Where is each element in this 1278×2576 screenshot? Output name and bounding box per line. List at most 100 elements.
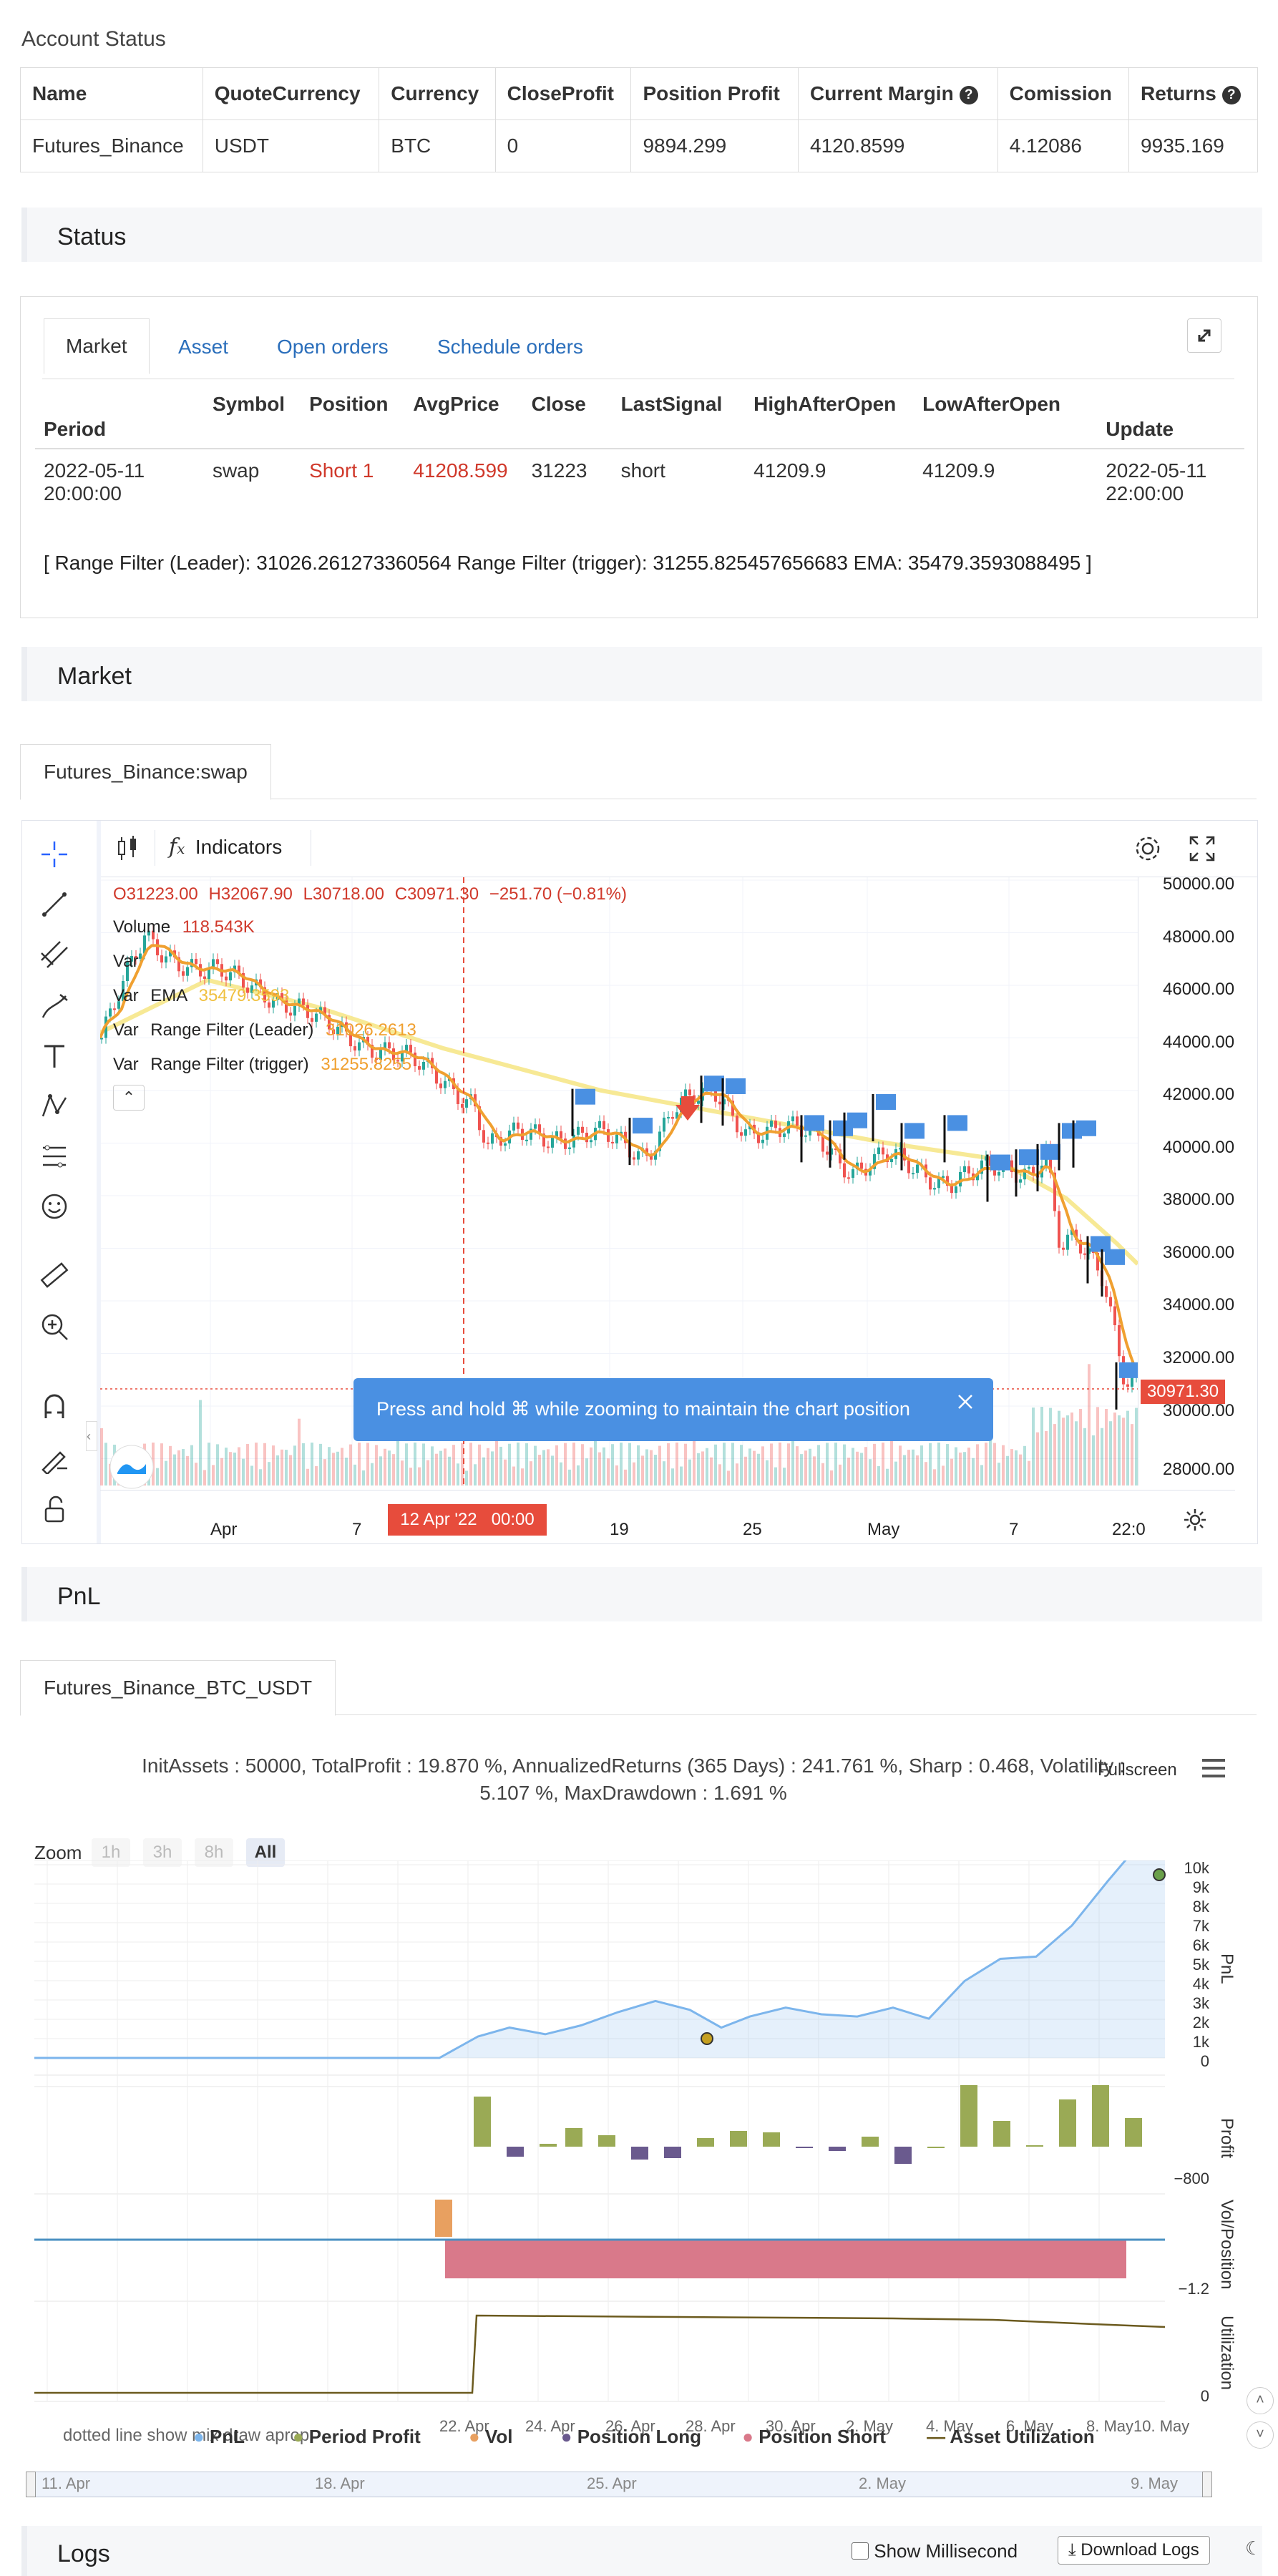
- candle-body: [967, 1166, 970, 1174]
- lock-drawing-icon[interactable]: [39, 1443, 70, 1474]
- volume-bar: [448, 1456, 451, 1485]
- legend-asset-utilization[interactable]: — Asset Utilization: [927, 2426, 1095, 2447]
- expand-button[interactable]: [1187, 318, 1221, 353]
- show-millisecond-checkbox[interactable]: Show Millisecond: [852, 2540, 1018, 2562]
- volume-bar: [409, 1468, 412, 1485]
- profit-bar: [697, 2138, 714, 2147]
- volume-bar: [701, 1451, 704, 1485]
- util-tick: 0: [1200, 2387, 1209, 2405]
- pattern-tool-icon[interactable]: [39, 1091, 70, 1122]
- volume-bar: [341, 1448, 343, 1485]
- candle-body: [439, 1083, 442, 1088]
- time-tick: 19: [610, 1520, 629, 1539]
- candle-type-icon[interactable]: [114, 834, 140, 863]
- volume-bar: [946, 1444, 949, 1485]
- price-tick: 38000.00: [1163, 1190, 1235, 1209]
- volume-bar: [1019, 1454, 1022, 1485]
- ruler-icon[interactable]: [39, 1259, 70, 1291]
- candle-body: [852, 1169, 854, 1179]
- volume-bar: [1040, 1407, 1043, 1485]
- volume-bar: [568, 1469, 571, 1485]
- tab-open-orders[interactable]: Open orders: [277, 336, 389, 358]
- volume-bar: [766, 1460, 769, 1485]
- volume-bar: [744, 1456, 747, 1485]
- volume-bar: [967, 1448, 970, 1485]
- volume-bar: [886, 1468, 889, 1485]
- volume-bar: [590, 1447, 592, 1485]
- legend-position-short[interactable]: ● Position Short: [742, 2426, 886, 2447]
- volume-label: Volume: [113, 917, 171, 937]
- emoji-icon[interactable]: [39, 1191, 70, 1222]
- tab-asset[interactable]: Asset: [178, 336, 228, 358]
- volume-bar: [422, 1443, 425, 1485]
- candle-body: [740, 1132, 743, 1136]
- legend-period-profit[interactable]: ● Period Profit: [293, 2426, 421, 2447]
- axis-settings-icon[interactable]: [1182, 1507, 1208, 1533]
- crosshair-tool-icon[interactable]: [39, 839, 70, 870]
- candle-body: [409, 1045, 412, 1053]
- collapse-toolbar-icon[interactable]: ‹: [86, 1421, 97, 1451]
- trend-line-icon[interactable]: [39, 889, 70, 920]
- volume-bar: [255, 1443, 258, 1485]
- section-title: PnL: [57, 1583, 101, 1610]
- scroll-up-button[interactable]: ˄: [1247, 2387, 1274, 2414]
- volume-bar: [384, 1448, 386, 1485]
- fullscreen-icon[interactable]: [1188, 834, 1216, 863]
- tab-futures-binance-swap[interactable]: Futures_Binance:swap: [20, 744, 271, 800]
- profit-bar: [1125, 2118, 1142, 2147]
- close-icon[interactable]: [956, 1392, 975, 1411]
- volume-bar: [950, 1458, 953, 1485]
- volume-bar: [779, 1443, 781, 1485]
- tab-futures-binance-btc-usdt[interactable]: Futures_Binance_BTC_USDT: [20, 1660, 336, 1716]
- settings-gear-icon[interactable]: [1132, 833, 1164, 864]
- volume-bar: [195, 1463, 197, 1485]
- candle-body: [603, 1121, 605, 1130]
- navigator-handle-left[interactable]: [26, 2472, 36, 2497]
- measure-forecast-icon[interactable]: [39, 1141, 70, 1172]
- cell-low: 41209.9: [914, 448, 1098, 515]
- help-icon[interactable]: ?: [959, 86, 978, 104]
- status-section-header: Status: [21, 208, 1262, 262]
- legend-position-long[interactable]: ● Position Long: [561, 2426, 701, 2447]
- scroll-down-button[interactable]: ˅: [1247, 2421, 1274, 2449]
- magnet-icon[interactable]: [39, 1391, 70, 1423]
- volume-bar: [229, 1452, 232, 1485]
- legend-pnl[interactable]: ● PnL: [193, 2426, 245, 2447]
- menu-icon[interactable]: [1199, 1756, 1228, 1780]
- navigator-handle-right[interactable]: [1202, 2472, 1212, 2497]
- nav-date: 11. Apr: [42, 2474, 91, 2492]
- text-tool-icon[interactable]: [39, 1040, 70, 1072]
- fib-tool-icon[interactable]: [39, 939, 70, 970]
- volume-bar: [667, 1443, 670, 1485]
- volume-bar: [997, 1463, 1000, 1485]
- checkbox-box[interactable]: [852, 2542, 869, 2560]
- price-tick: 34000.00: [1163, 1295, 1235, 1314]
- legend-vol[interactable]: ● Vol: [469, 2426, 512, 2447]
- volume-bar: [817, 1445, 820, 1485]
- pnl-stats-charts[interactable]: [34, 1860, 1205, 2404]
- unlock-icon[interactable]: [39, 1494, 70, 1526]
- time-axis-line: [100, 1490, 1235, 1491]
- candle-body: [491, 1133, 494, 1144]
- brush-icon[interactable]: [39, 990, 70, 1022]
- download-logs-button[interactable]: ⤓ Download Logs: [1058, 2536, 1210, 2565]
- tab-market[interactable]: Market: [44, 318, 150, 374]
- legend-collapse-button[interactable]: ⌃: [113, 1085, 145, 1111]
- status-table: Period Symbol Position AvgPrice Close La…: [35, 386, 1244, 515]
- volume-bar: [177, 1450, 180, 1485]
- expand-icon: [1198, 329, 1211, 342]
- help-icon[interactable]: ?: [1221, 86, 1241, 104]
- col-currency: Currency: [379, 67, 496, 120]
- cell: Futures_Binance: [20, 119, 203, 172]
- volume-bar: [169, 1445, 172, 1485]
- zoom-in-icon[interactable]: [39, 1311, 70, 1342]
- tab-schedule-orders[interactable]: Schedule orders: [437, 336, 583, 358]
- vol-bar: [435, 2200, 452, 2237]
- fullscreen-label[interactable]: Fullscreen: [1098, 1760, 1177, 1780]
- nav-date: 25. Apr: [587, 2474, 637, 2492]
- theme-toggle-icon[interactable]: ☾: [1245, 2537, 1262, 2560]
- volume-value: 118.543K: [182, 917, 255, 937]
- volume-bar: [1092, 1435, 1095, 1485]
- indicators-button[interactable]: fx Indicators: [169, 834, 282, 863]
- leader-value: 31026.2613: [326, 1020, 416, 1040]
